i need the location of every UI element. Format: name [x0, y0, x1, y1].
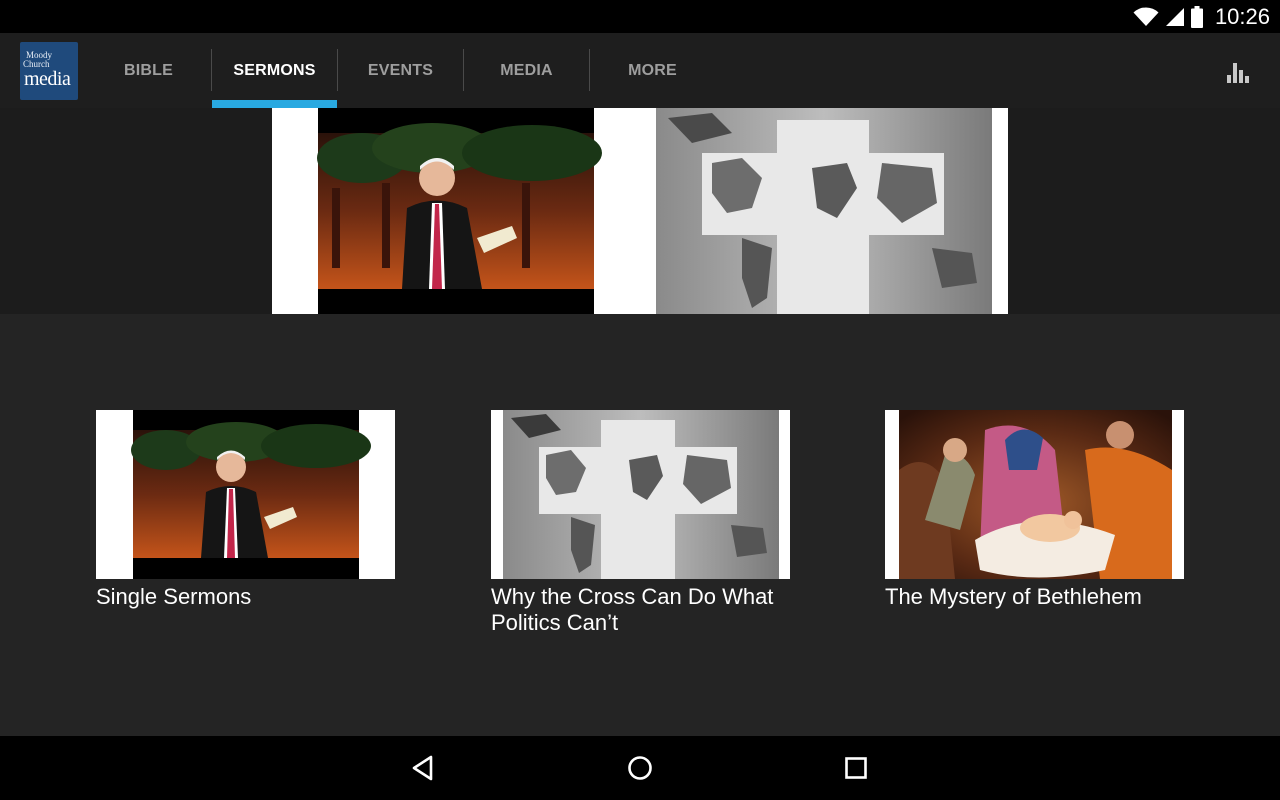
status-bar: 10:26 — [0, 0, 1280, 33]
tab-more[interactable]: MORE — [590, 33, 715, 108]
system-navigation-bar — [0, 736, 1280, 800]
app-bar: Moody Church media BIBLE SERMONS EVENTS … — [0, 33, 1280, 108]
card-thumbnail — [885, 410, 1184, 579]
card-thumbnail — [96, 410, 395, 579]
sermon-series-card[interactable]: Single Sermons — [96, 410, 395, 610]
back-icon[interactable] — [408, 752, 440, 784]
app-logo[interactable]: Moody Church media — [20, 42, 78, 100]
tab-events[interactable]: EVENTS — [338, 33, 463, 108]
card-title: Why the Cross Can Do What Politics Can’t — [491, 584, 774, 635]
card-title: The Mystery of Bethlehem — [885, 584, 1142, 609]
preacher-thumbnail-image — [96, 410, 395, 579]
logo-line3: media — [24, 68, 71, 90]
sermon-series-card[interactable]: The Mystery of Bethlehem — [885, 410, 1184, 610]
cell-signal-icon — [1165, 7, 1184, 26]
bar-chart-icon[interactable] — [1227, 61, 1249, 83]
active-tab-indicator — [212, 100, 337, 108]
wifi-icon — [1133, 6, 1159, 26]
card-title: Single Sermons — [96, 584, 252, 609]
tab-sermons[interactable]: SERMONS — [212, 33, 337, 108]
featured-banner[interactable] — [272, 108, 1008, 314]
featured-banner-image — [317, 108, 1008, 314]
card-thumbnail — [491, 410, 790, 579]
home-icon[interactable] — [624, 752, 656, 784]
nativity-thumbnail-image — [885, 410, 1184, 579]
status-time: 10:26 — [1214, 3, 1270, 29]
sermon-series-card[interactable]: Why the Cross Can Do What Politics Can’t — [491, 410, 790, 636]
battery-icon — [1190, 5, 1203, 28]
tab-media[interactable]: MEDIA — [464, 33, 589, 108]
recents-icon[interactable] — [840, 752, 872, 784]
cross-map-thumbnail-image — [491, 410, 790, 579]
tab-bible[interactable]: BIBLE — [86, 33, 211, 108]
